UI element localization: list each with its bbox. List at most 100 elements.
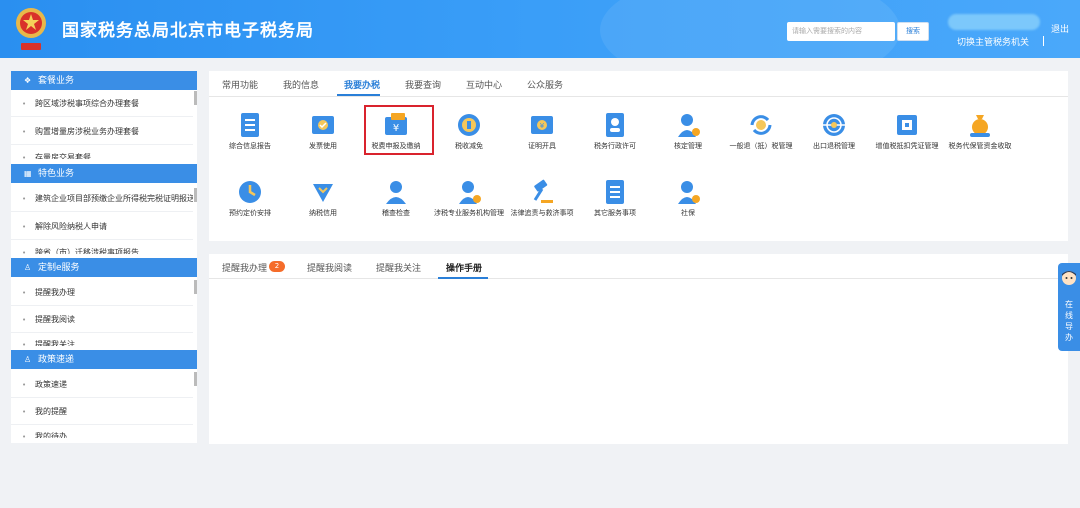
tab-remind-follow[interactable]: 提醒我关注 bbox=[376, 261, 421, 274]
func-refund[interactable]: 一般退（抵）税管理 bbox=[725, 111, 797, 171]
tab-remind-todo[interactable]: 提醒我办理 bbox=[222, 261, 267, 274]
certificate-icon: ¥ bbox=[531, 116, 553, 134]
sidebar-item[interactable]: 购置增量房涉税业务办理套餐 bbox=[11, 119, 193, 145]
sidebar-item[interactable]: 解除风险纳税人申请 bbox=[11, 214, 193, 240]
user-name-redacted bbox=[948, 14, 1040, 30]
active-tab-indicator bbox=[438, 277, 488, 279]
switch-org-link[interactable]: 切换主管税务机关 bbox=[957, 35, 1029, 48]
func-other-services[interactable]: 其它服务事项 bbox=[579, 178, 651, 238]
tab-manual[interactable]: 操作手册 bbox=[446, 261, 482, 274]
list-icon bbox=[606, 180, 624, 204]
clock-icon bbox=[239, 181, 261, 203]
tab-common[interactable]: 常用功能 bbox=[222, 78, 258, 91]
sidebar-item[interactable]: 建筑企业项目部预缴企业所得税完税证明报送 bbox=[11, 186, 193, 212]
tab-my-info[interactable]: 我的信息 bbox=[283, 78, 319, 91]
voucher-icon bbox=[897, 115, 917, 135]
gavel-icon bbox=[533, 179, 553, 203]
tab-interaction[interactable]: 互动中心 bbox=[466, 78, 502, 91]
func-label: 纳税信用 bbox=[309, 209, 337, 217]
sidebar-item[interactable]: 存量房交易套餐 bbox=[11, 147, 193, 159]
sidebar-section-custom[interactable]: ♙ 定制e服务 bbox=[11, 258, 197, 277]
func-label: 核定管理 bbox=[674, 142, 702, 150]
func-label: 其它服务事项 bbox=[594, 209, 636, 217]
inspector-icon bbox=[386, 181, 406, 204]
func-label: 增值税抵扣凭证管理 bbox=[875, 142, 939, 150]
sidebar-section-title: 特色业务 bbox=[38, 169, 75, 179]
user-gear-icon bbox=[678, 114, 700, 137]
sidebar-section-special[interactable]: ▦ 特色业务 bbox=[11, 164, 197, 183]
tab-remind-read[interactable]: 提醒我阅读 bbox=[307, 261, 352, 274]
func-inspection[interactable]: 稽查检查 bbox=[360, 178, 432, 238]
sidebar-item[interactable]: 提醒我办理 bbox=[11, 280, 193, 306]
func-tax-relief[interactable]: 税收减免 bbox=[433, 111, 505, 171]
scrollbar[interactable] bbox=[194, 372, 197, 386]
func-label: 稽查检查 bbox=[382, 209, 410, 217]
func-label: 涉税专业服务机构管理 bbox=[434, 209, 504, 217]
function-panel: 常用功能 我的信息 我要办税 我要查询 互动中心 公众服务 综合信息报告 发票使… bbox=[209, 71, 1068, 241]
sidebar-item[interactable]: 跨省（市）迁移涉税事项报告 bbox=[11, 242, 193, 254]
assistant-avatar-icon bbox=[1062, 271, 1076, 285]
func-label: 出口退税管理 bbox=[813, 142, 855, 150]
tab-tax-handling[interactable]: 我要办税 bbox=[344, 78, 380, 91]
scrollbar[interactable] bbox=[194, 188, 197, 202]
func-certificate[interactable]: ¥ 证明开具 bbox=[506, 111, 578, 171]
scrollbar[interactable] bbox=[194, 280, 197, 294]
scrollbar[interactable] bbox=[194, 91, 197, 105]
func-custody-funds[interactable]: 税务代保管资金收取 bbox=[944, 111, 1016, 171]
func-label: 税务代保管资金收取 bbox=[948, 142, 1012, 150]
func-assessment[interactable]: 核定管理 bbox=[652, 111, 724, 171]
func-vat-voucher[interactable]: 增值税抵扣凭证管理 bbox=[871, 111, 943, 171]
func-label: 综合信息报告 bbox=[229, 142, 271, 150]
func-advance-pricing[interactable]: 预约定价安排 bbox=[214, 178, 286, 238]
sidebar-section-policy[interactable]: ♙ 政策速递 bbox=[11, 350, 197, 369]
invoice-icon bbox=[312, 116, 334, 134]
func-social-security[interactable]: 社保 bbox=[652, 178, 724, 238]
sidebar-item[interactable]: 提醒我阅读 bbox=[11, 307, 193, 333]
func-legal-remedy[interactable]: 法律追责与救济事项 bbox=[506, 178, 578, 238]
search-button[interactable]: 搜索 bbox=[897, 22, 929, 41]
user-icon: ♙ bbox=[24, 263, 32, 272]
func-label: 预约定价安排 bbox=[229, 209, 271, 217]
func-label: 一般退（抵）税管理 bbox=[729, 142, 793, 150]
search-input[interactable]: 请输入需要搜索的内容 bbox=[787, 22, 895, 41]
sidebar-item[interactable]: 我的待办 bbox=[11, 426, 193, 438]
social-security-icon bbox=[678, 181, 700, 204]
user-icon: ♙ bbox=[24, 355, 32, 364]
refund-icon bbox=[750, 115, 772, 135]
sidebar-item[interactable]: 政策速递 bbox=[11, 372, 193, 398]
agency-icon bbox=[459, 181, 481, 204]
reminder-tabs: 提醒我办理 2 提醒我阅读 提醒我关注 操作手册 bbox=[209, 254, 1068, 279]
sidebar-section-title: 定制e服务 bbox=[38, 263, 80, 273]
document-icon bbox=[241, 113, 259, 137]
online-guide-button[interactable]: 在线导办 bbox=[1058, 263, 1080, 351]
func-admin-permit[interactable]: 税务行政许可 bbox=[579, 111, 651, 171]
site-title: 国家税务总局北京市电子税务局 bbox=[62, 21, 314, 41]
sidebar-section-package[interactable]: ❖ 套餐业务 bbox=[11, 71, 197, 90]
todo-count-badge: 2 bbox=[269, 261, 285, 272]
logout-link[interactable]: 退出 bbox=[1051, 22, 1069, 35]
func-label: 证明开具 bbox=[528, 142, 556, 150]
permit-icon bbox=[606, 113, 624, 137]
sidebar-section-title: 政策速递 bbox=[38, 355, 75, 365]
sidebar: ❖ 套餐业务 跨区域涉税事项综合办理套餐 购置增量房涉税业务办理套餐 存量房交易套… bbox=[11, 71, 197, 443]
sidebar-item[interactable]: 跨区域涉税事项综合办理套餐 bbox=[11, 91, 193, 117]
func-export-refund[interactable]: 出口退税管理 bbox=[798, 111, 870, 171]
func-agency-mgmt[interactable]: 涉税专业服务机构管理 bbox=[433, 178, 505, 238]
sidebar-section-title: 套餐业务 bbox=[38, 76, 75, 86]
func-info-report[interactable]: 综合信息报告 bbox=[214, 111, 286, 171]
top-header: 国家税务总局北京市电子税务局 请输入需要搜索的内容 搜索 退出 切换主管税务机关 bbox=[0, 0, 1080, 58]
func-tax-credit[interactable]: 纳税信用 bbox=[287, 178, 359, 238]
online-guide-label: 在线导办 bbox=[1065, 300, 1073, 342]
svg-text:¥: ¥ bbox=[540, 122, 545, 130]
func-label: 税收减免 bbox=[455, 142, 483, 150]
func-label: 税务行政许可 bbox=[594, 142, 636, 150]
layers-icon: ❖ bbox=[24, 76, 32, 85]
sidebar-item[interactable]: 提醒我关注 bbox=[11, 334, 193, 346]
func-invoice[interactable]: 发票使用 bbox=[287, 111, 359, 171]
grid-icon: ▦ bbox=[24, 169, 32, 178]
func-label: 法律追责与救济事项 bbox=[510, 209, 574, 217]
highlight-box bbox=[364, 105, 434, 155]
tab-public-service[interactable]: 公众服务 bbox=[527, 78, 563, 91]
tab-query[interactable]: 我要查询 bbox=[405, 78, 441, 91]
sidebar-item[interactable]: 我的提醒 bbox=[11, 399, 193, 425]
